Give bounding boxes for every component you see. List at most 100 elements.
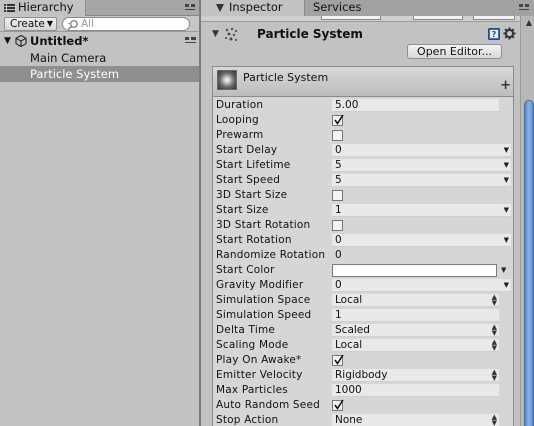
start-lifetime-field[interactable]: 5 ▼ bbox=[332, 159, 511, 172]
panel-menu-icon[interactable] bbox=[185, 3, 196, 13]
property-label: Scaling Mode bbox=[216, 339, 289, 351]
hierarchy-icon bbox=[4, 4, 15, 12]
checkmark-icon bbox=[334, 354, 344, 365]
property-label: Start Color bbox=[216, 264, 275, 276]
gear-icon[interactable] bbox=[503, 27, 516, 40]
property-row-start-delay: Start Delay 0 ▼ bbox=[213, 143, 513, 158]
duration-field[interactable]: 5.00 bbox=[332, 99, 499, 112]
fold-arrow-icon[interactable]: ▼ bbox=[212, 29, 219, 39]
property-row-start-color: Start Color ▼ bbox=[213, 263, 513, 278]
dropdown-arrow-icon[interactable]: ▼ bbox=[504, 174, 509, 186]
property-list: Duration 5.00 Looping Prewarm Start Delay 0 ▼ S… bbox=[213, 98, 513, 426]
scene-name: Untitled* bbox=[30, 34, 89, 48]
simulation-speed-field[interactable]: 1 bbox=[332, 309, 499, 322]
module-header[interactable]: Particle System + bbox=[213, 67, 513, 97]
start-delay-field[interactable]: 0 ▼ bbox=[332, 144, 511, 157]
3d-start-rotation-checkbox[interactable] bbox=[332, 220, 343, 231]
hierarchy-search-input[interactable]: All bbox=[62, 17, 190, 31]
tab-services[interactable]: Services bbox=[305, 0, 395, 16]
scroll-up-arrow-icon[interactable]: ▲ bbox=[524, 18, 534, 28]
property-row-duration: Duration 5.00 bbox=[213, 98, 513, 113]
panel-menu-icon[interactable] bbox=[519, 3, 530, 13]
property-value: Scaled bbox=[335, 324, 370, 336]
property-row-3d-start-size: 3D Start Size bbox=[213, 188, 513, 203]
looping-checkbox[interactable] bbox=[332, 114, 344, 126]
property-value: Local bbox=[335, 339, 363, 351]
plus-icon[interactable]: + bbox=[500, 79, 511, 92]
property-value: 1 bbox=[335, 204, 342, 216]
inspector-icon bbox=[216, 4, 224, 12]
dropdown-arrow-icon[interactable]: ▼ bbox=[504, 159, 509, 171]
help-icon[interactable]: ? bbox=[488, 28, 500, 40]
start-size-field[interactable]: 1 ▼ bbox=[332, 204, 511, 217]
open-editor-button[interactable]: Open Editor... bbox=[407, 44, 502, 59]
particle-preview-thumbnail bbox=[217, 70, 237, 90]
tab-services-label: Services bbox=[313, 0, 362, 14]
cut-field bbox=[413, 16, 463, 20]
prewarm-checkbox[interactable] bbox=[332, 130, 343, 141]
property-label: Duration bbox=[216, 99, 264, 111]
inspector-scrollbar[interactable]: ▲ bbox=[520, 16, 534, 426]
property-label: Start Size bbox=[216, 204, 269, 216]
simulation-space-field[interactable]: Local ▲ ▼ bbox=[332, 294, 499, 307]
hierarchy-item-main-camera[interactable]: Main Camera bbox=[0, 50, 199, 66]
gravity-modifier-field[interactable]: 0 ▼ bbox=[332, 279, 511, 292]
property-label: Start Delay bbox=[216, 144, 278, 156]
property-value: 5 bbox=[335, 174, 342, 186]
popup-arrows-icon[interactable]: ▲ ▼ bbox=[492, 339, 497, 352]
start-speed-field[interactable]: 5 ▼ bbox=[332, 174, 511, 187]
max-particles-field[interactable]: 1000 bbox=[332, 384, 499, 397]
dropdown-arrow-icon[interactable]: ▼ bbox=[504, 204, 509, 216]
dropdown-arrow-icon[interactable]: ▼ bbox=[501, 263, 506, 278]
scene-row[interactable]: ▼ Untitled* bbox=[0, 33, 199, 49]
start-rotation-field[interactable]: 0 ▼ bbox=[332, 234, 511, 247]
popup-arrows-icon[interactable]: ▲ ▼ bbox=[492, 369, 497, 382]
tab-inspector[interactable]: Inspector bbox=[201, 0, 305, 17]
tab-hierarchy[interactable]: Hierarchy bbox=[0, 0, 86, 17]
property-row-randomize-rotation: Randomize Rotation 0 bbox=[213, 248, 513, 263]
auto-random-seed-checkbox[interactable] bbox=[332, 399, 344, 411]
property-value: Local bbox=[335, 294, 363, 306]
start-color-color-field[interactable] bbox=[332, 264, 497, 277]
property-label: Gravity Modifier bbox=[216, 279, 304, 291]
scaling-mode-field[interactable]: Local ▲ ▼ bbox=[332, 339, 499, 352]
popup-arrows-icon[interactable]: ▲ ▼ bbox=[492, 414, 497, 426]
property-label: Start Speed bbox=[216, 174, 281, 186]
panel-menu-icon[interactable] bbox=[185, 36, 197, 46]
create-button[interactable]: Create ▼ bbox=[4, 17, 57, 31]
tab-hierarchy-label: Hierarchy bbox=[18, 0, 74, 14]
popup-arrows-icon[interactable]: ▲ ▼ bbox=[492, 294, 497, 307]
previous-component-strip bbox=[201, 16, 520, 22]
hierarchy-toolbar: Create ▼ All bbox=[0, 16, 199, 32]
stop-action-field[interactable]: None ▲ ▼ bbox=[332, 414, 499, 426]
property-row-looping: Looping bbox=[213, 113, 513, 128]
scrollbar-thumb[interactable] bbox=[524, 100, 534, 426]
inspector-panel: Inspector Services ▼ Particle System ? O… bbox=[199, 0, 534, 426]
property-label: Max Particles bbox=[216, 384, 288, 396]
property-label: Start Lifetime bbox=[216, 159, 291, 171]
property-label: Prewarm bbox=[216, 129, 264, 141]
play-on-awake-checkbox[interactable] bbox=[332, 354, 344, 366]
property-row-stop-action: Stop Action None ▲ ▼ bbox=[213, 413, 513, 426]
delta-time-field[interactable]: Scaled ▲ ▼ bbox=[332, 324, 499, 337]
property-row-prewarm: Prewarm bbox=[213, 128, 513, 143]
property-label: 3D Start Size bbox=[216, 189, 288, 201]
dropdown-arrow-icon[interactable]: ▼ bbox=[504, 234, 509, 246]
dropdown-arrow-icon[interactable]: ▼ bbox=[504, 279, 509, 291]
checkmark-icon bbox=[334, 399, 344, 410]
hierarchy-item-particle-system[interactable]: Particle System bbox=[0, 66, 199, 82]
property-row-3d-start-rotation: 3D Start Rotation bbox=[213, 218, 513, 233]
dropdown-arrow-icon[interactable]: ▼ bbox=[504, 144, 509, 156]
inspector-content: ▼ Particle System ? Open Editor... Parti… bbox=[201, 16, 520, 426]
component-header[interactable]: ▼ Particle System ? bbox=[201, 24, 520, 46]
randomize-rotation-field[interactable]: 0 bbox=[332, 249, 499, 262]
popup-arrows-icon[interactable]: ▲ ▼ bbox=[492, 324, 497, 337]
3d-start-size-checkbox[interactable] bbox=[332, 190, 343, 201]
property-row-scaling-mode: Scaling Mode Local ▲ ▼ bbox=[213, 338, 513, 353]
property-label: Looping bbox=[216, 114, 259, 126]
fold-arrow-icon[interactable]: ▼ bbox=[4, 33, 11, 49]
emitter-velocity-field[interactable]: Rigidbody ▲ ▼ bbox=[332, 369, 499, 382]
property-row-start-size: Start Size 1 ▼ bbox=[213, 203, 513, 218]
inspector-tab-bar: Inspector Services bbox=[201, 0, 534, 17]
tab-inspector-label: Inspector bbox=[229, 0, 283, 14]
